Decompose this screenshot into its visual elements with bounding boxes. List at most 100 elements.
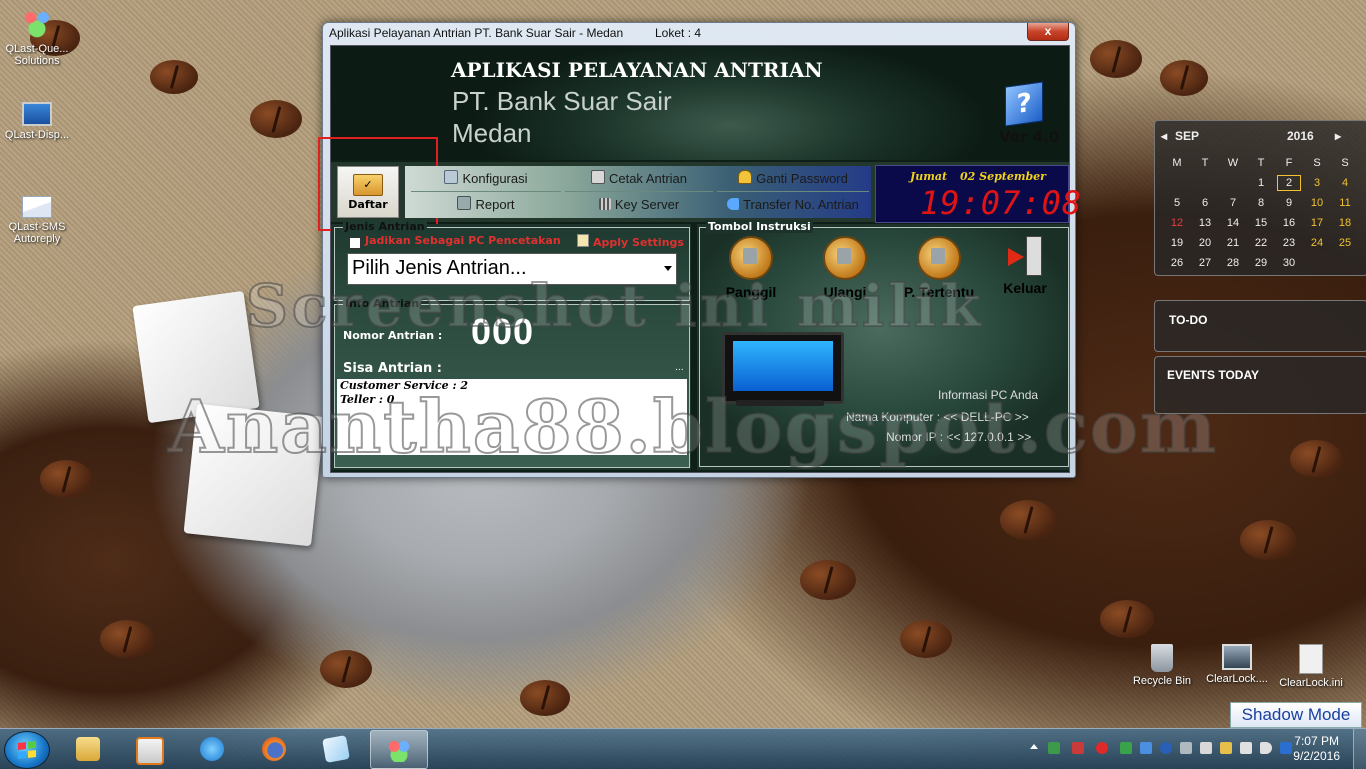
tray-app-icon[interactable] xyxy=(1120,742,1132,754)
volume-icon[interactable] xyxy=(1260,742,1272,754)
daftar-button[interactable]: ✓ Daftar xyxy=(318,137,438,231)
calendar-day[interactable]: 16 xyxy=(1275,213,1303,233)
speaker-icon xyxy=(729,236,773,280)
calendar-day[interactable]: 10 xyxy=(1303,193,1331,213)
title-bar[interactable]: Aplikasi Pelayanan Antrian PT. Bank Suar… xyxy=(323,23,1075,43)
calendar-day[interactable]: 1 xyxy=(1247,173,1275,193)
desktop-icon-label: QLast-Disp... xyxy=(4,129,70,141)
calendar-day[interactable]: 13 xyxy=(1191,213,1219,233)
calendar-day[interactable]: 2 xyxy=(1275,173,1303,193)
version-label: Ver 4.0 xyxy=(999,128,1060,146)
calendar-day[interactable]: 12 xyxy=(1163,213,1191,233)
show-desktop-button[interactable] xyxy=(1353,729,1366,769)
taskbar-qlast[interactable] xyxy=(370,730,428,769)
tray-app-icon[interactable] xyxy=(1096,742,1108,754)
p-tertentu-button[interactable]: P. Tertentu xyxy=(896,236,982,300)
calendar-year: 2016 xyxy=(1287,129,1314,143)
calendar-day[interactable]: 6 xyxy=(1191,193,1219,213)
calendar-day[interactable]: 15 xyxy=(1247,213,1275,233)
coffee-bean xyxy=(1160,60,1208,96)
taskbar-media-player[interactable] xyxy=(120,730,176,767)
transfer-button[interactable]: Transfer No. Antrian xyxy=(717,193,869,217)
calendar-day[interactable]: 21 xyxy=(1219,233,1247,253)
calendar-day[interactable]: 24 xyxy=(1303,233,1331,253)
jenis-antrian-select[interactable]: Pilih Jenis Antrian... xyxy=(347,253,677,285)
coffee-bean xyxy=(800,560,856,600)
calendar-day[interactable]: 23 xyxy=(1275,233,1303,253)
calendar-day[interactable]: 3 xyxy=(1303,173,1331,193)
calendar-day[interactable]: 17 xyxy=(1303,213,1331,233)
calendar-day[interactable]: 25 xyxy=(1331,233,1359,253)
calendar-day xyxy=(1303,253,1331,273)
chevron-down-icon[interactable] xyxy=(664,266,672,271)
close-button[interactable]: x xyxy=(1027,23,1069,41)
desktop-icon-clearlock[interactable]: ClearLock.... xyxy=(1200,644,1274,685)
calendar-day[interactable]: 8 xyxy=(1247,193,1275,213)
cetak-antrian-button[interactable]: Cetak Antrian xyxy=(565,167,713,192)
desktop-icon-clearlock-ini[interactable]: ClearLock.ini xyxy=(1274,644,1348,689)
taskbar-internet-explorer[interactable] xyxy=(184,730,240,767)
pc-pencetakan-label[interactable]: Jadikan Sebagai PC Pencetakan xyxy=(365,234,561,247)
shadow-mode-label[interactable]: Shadow Mode xyxy=(1230,702,1362,728)
calendar-day[interactable]: 18 xyxy=(1331,213,1359,233)
calendar-day[interactable]: 5 xyxy=(1163,193,1191,213)
calendar-day[interactable]: 11 xyxy=(1331,193,1359,213)
help-icon[interactable]: ? xyxy=(1005,81,1043,127)
transfer-label: Transfer No. Antrian xyxy=(743,197,859,212)
ganti-password-button[interactable]: Ganti Password xyxy=(717,167,869,192)
calendar-day[interactable]: 28 xyxy=(1219,253,1247,273)
events-gadget[interactable]: EVENTS TODAY xyxy=(1154,356,1366,414)
calendar-weekday: T xyxy=(1201,157,1209,169)
calendar-day[interactable]: 19 xyxy=(1163,233,1191,253)
calendar-day[interactable]: 26 xyxy=(1163,253,1191,273)
panggil-button[interactable]: Panggil xyxy=(716,236,786,300)
desktop-icon-recycle-bin[interactable]: Recycle Bin xyxy=(1125,644,1199,687)
taskbar-firefox[interactable] xyxy=(246,730,302,767)
coffee-bean xyxy=(1000,500,1056,540)
pc-pencetakan-checkbox[interactable] xyxy=(349,237,361,249)
show-hidden-icons-icon[interactable] xyxy=(1030,744,1038,749)
config-icon xyxy=(444,170,459,184)
taskbar-notepad[interactable] xyxy=(308,730,364,767)
start-button[interactable] xyxy=(4,731,50,769)
calendar-day[interactable]: 22 xyxy=(1247,233,1275,253)
taskbar-clock[interactable]: 7:07 PM 9/2/2016 xyxy=(1293,734,1340,764)
tray-app-icon[interactable] xyxy=(1200,742,1212,754)
desktop-icon-qlast-que[interactable]: QLast-Que... Solutions xyxy=(0,8,74,67)
tray-app-icon[interactable] xyxy=(1048,742,1060,754)
calendar-day[interactable]: 27 xyxy=(1191,253,1219,273)
calendar-day[interactable]: 20 xyxy=(1191,233,1219,253)
desktop-icon-qlast-sms[interactable]: QLast-SMS Autoreply xyxy=(0,190,74,245)
notepad-icon xyxy=(322,735,350,763)
next-month-icon[interactable]: ▸ xyxy=(1335,129,1341,143)
calendar-day[interactable]: 14 xyxy=(1219,213,1247,233)
calendar-day[interactable]: 7 xyxy=(1219,193,1247,213)
calendar-day[interactable]: 30 xyxy=(1275,253,1303,273)
calendar-day[interactable]: 9 xyxy=(1275,193,1303,213)
calendar-weekday: T xyxy=(1257,157,1265,169)
calendar-week-row: 12 13 14 15 16 17 18 xyxy=(1163,213,1359,233)
bluetooth-icon[interactable] xyxy=(1160,742,1172,754)
calendar-day[interactable]: 4 xyxy=(1331,173,1359,193)
desktop-icon-qlast-disp[interactable]: QLast-Disp... xyxy=(0,98,74,141)
ulangi-button[interactable]: Ulangi xyxy=(810,236,880,300)
monitor-icon xyxy=(722,332,844,404)
tray-app-icon[interactable] xyxy=(1280,742,1292,754)
taskbar-explorer[interactable] xyxy=(60,730,116,767)
calendar-week-row: 1234 xyxy=(1163,173,1359,193)
tray-app-icon[interactable] xyxy=(1072,742,1084,754)
report-button[interactable]: Report xyxy=(411,193,561,217)
todo-gadget[interactable]: TO-DO xyxy=(1154,300,1366,352)
network-icon[interactable] xyxy=(1240,742,1252,754)
power-icon[interactable] xyxy=(1220,742,1232,754)
nomor-antrian-label: Nomor Antrian : xyxy=(343,329,443,342)
keluar-button[interactable]: Keluar xyxy=(990,236,1060,296)
key-server-button[interactable]: Key Server xyxy=(565,193,713,217)
report-label: Report xyxy=(475,197,515,212)
tray-app-icon[interactable] xyxy=(1180,742,1192,754)
prev-month-icon[interactable]: ◂ xyxy=(1161,129,1167,143)
apply-settings-button[interactable]: Apply Settings xyxy=(577,234,684,249)
calendar-day[interactable]: 29 xyxy=(1247,253,1275,273)
konfigurasi-button[interactable]: Konfigurasi xyxy=(411,167,561,192)
tray-app-icon[interactable] xyxy=(1140,742,1152,754)
